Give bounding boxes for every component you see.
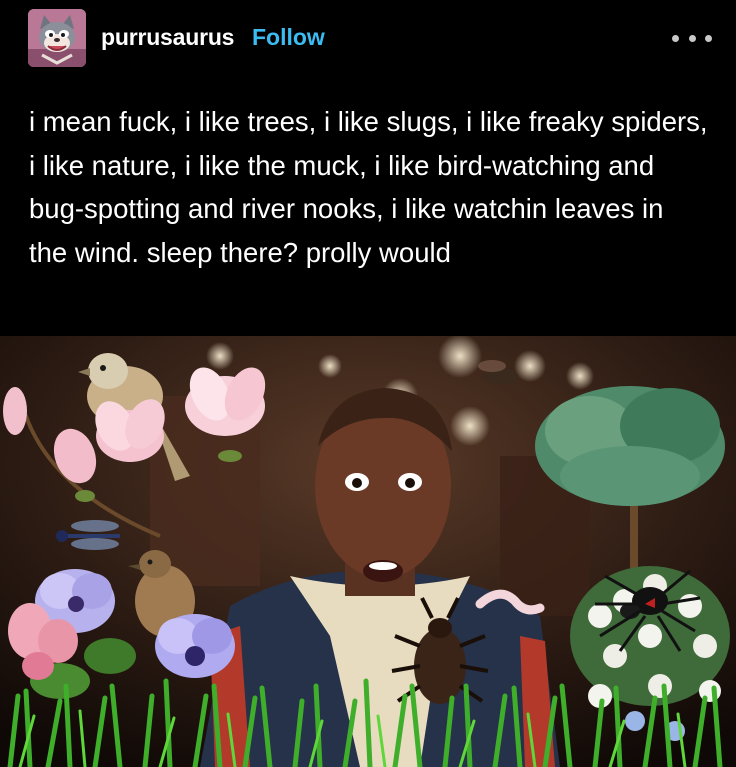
avatar[interactable] <box>28 9 86 67</box>
post-header: purrusaurus Follow <box>0 0 736 84</box>
post-body-text: i mean fuck, i like trees, i like slugs,… <box>29 106 708 268</box>
menu-dot <box>672 34 679 42</box>
menu-dot <box>688 34 696 42</box>
collage-illustration <box>0 336 736 767</box>
post: purrusaurus Follow i mean fuck, i like t… <box>0 0 736 767</box>
post-image[interactable] <box>0 336 736 767</box>
follow-button[interactable]: Follow <box>252 24 325 51</box>
menu-dot <box>705 34 712 42</box>
more-options-icon[interactable] <box>672 24 712 52</box>
author-username[interactable]: purrusaurus <box>101 24 234 51</box>
cartoon-cat-avatar-icon <box>28 9 86 67</box>
